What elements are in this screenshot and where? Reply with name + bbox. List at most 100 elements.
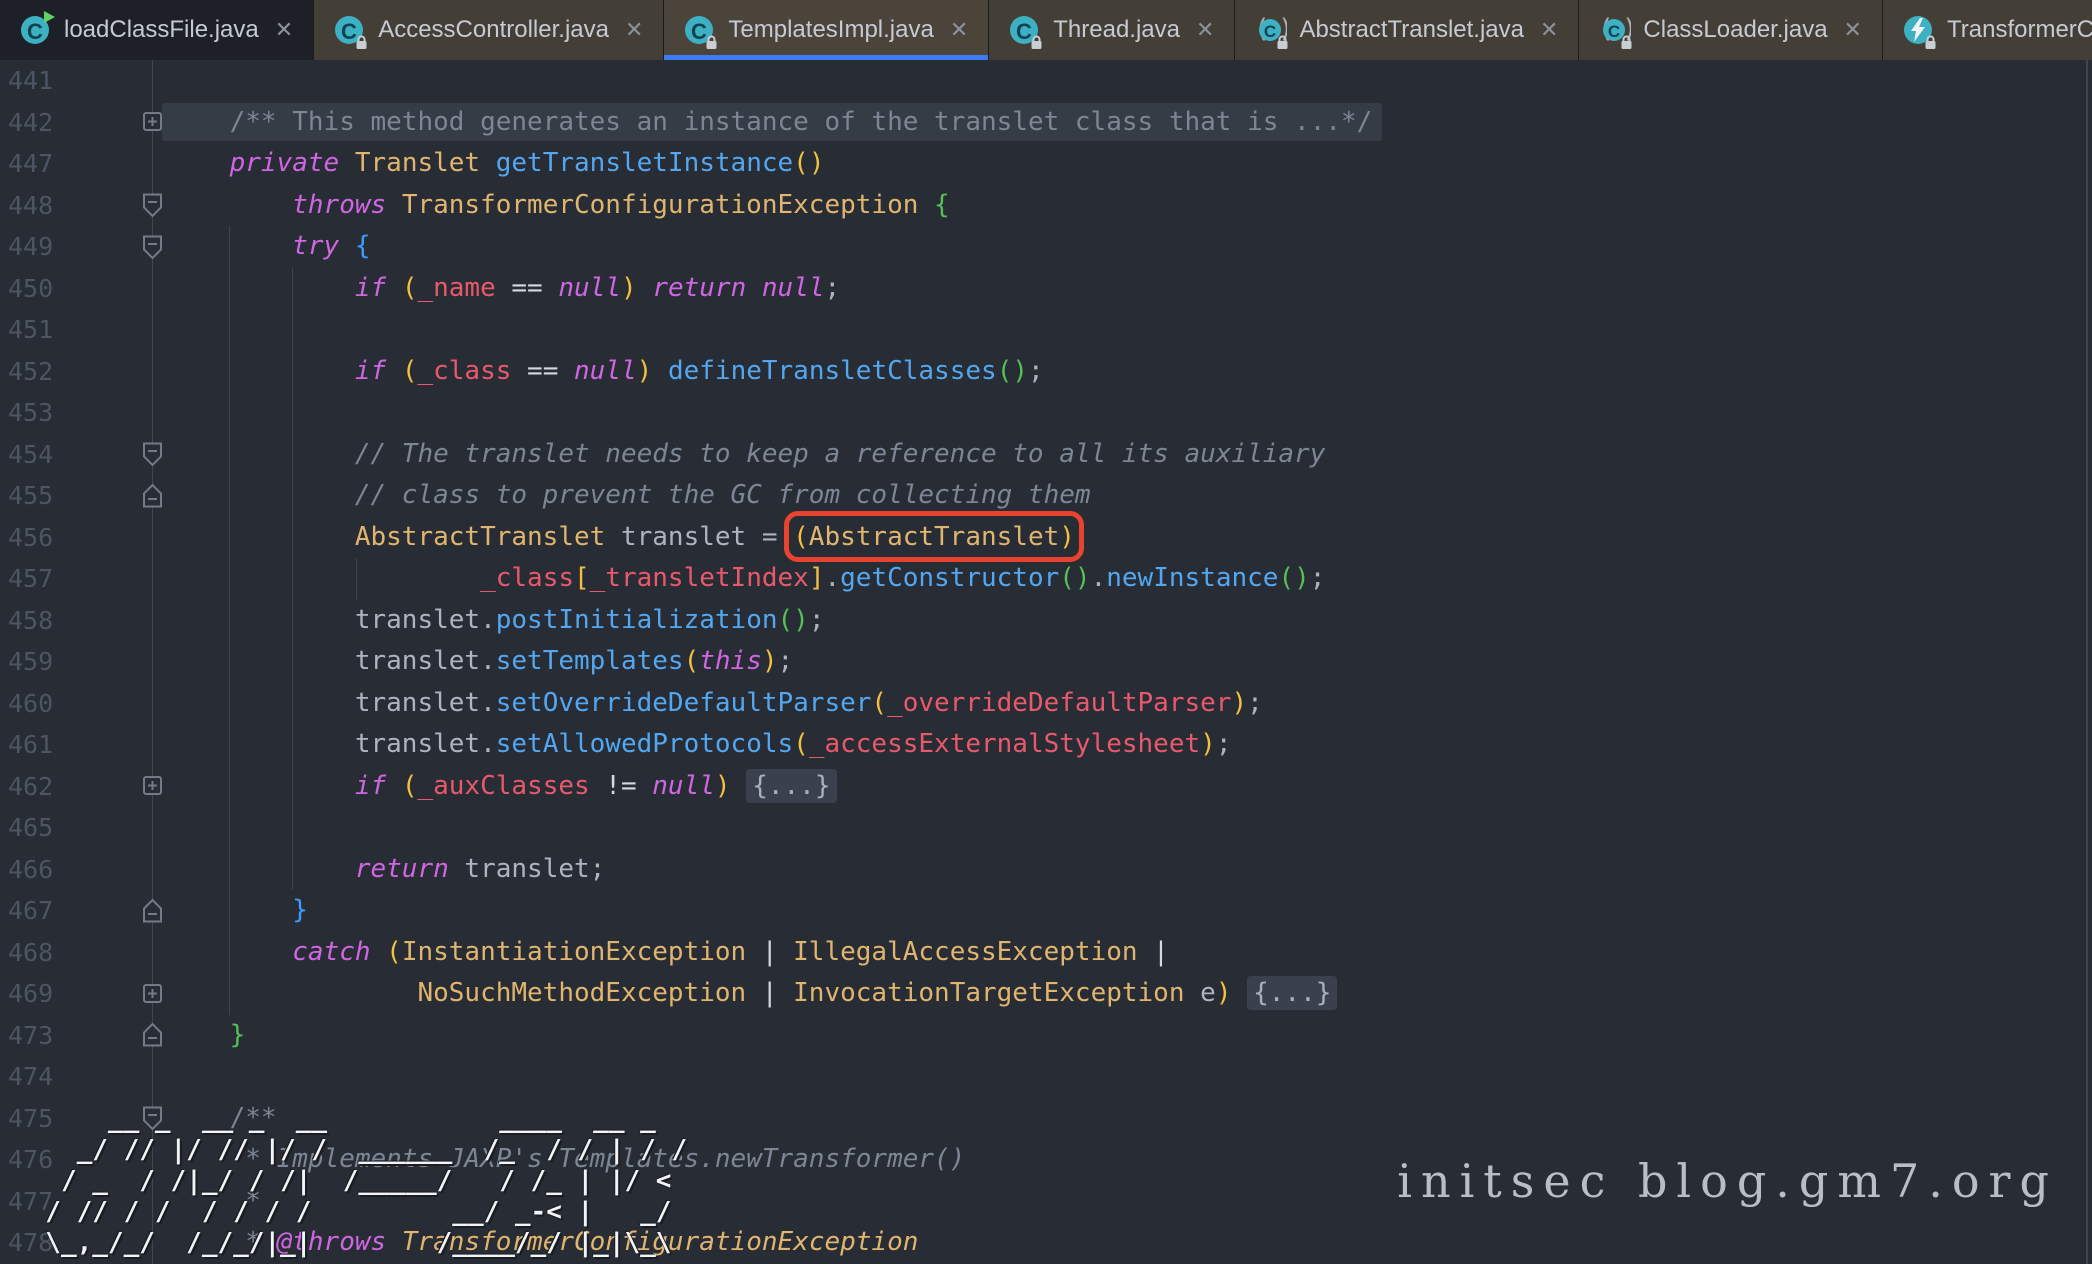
line-number: 462 [0,772,58,801]
code-line[interactable]: try { [167,226,2092,268]
fold-start-icon[interactable] [142,234,163,259]
fold-start-icon[interactable] [142,442,163,467]
editor-row: 459 translet.setTemplates(this); [0,641,2092,683]
site-watermark: initsec blog.gm7.org [1397,1154,2058,1208]
gutter [58,475,167,517]
line-number: 456 [0,523,58,552]
exception-lock-icon [1901,13,1935,47]
tab-close-icon[interactable]: ✕ [1194,17,1216,43]
tab-accesscontroller-java[interactable]: C AccessController.java ✕ [314,0,664,60]
folded-region-highlight[interactable]: /** This method generates an instance of… [162,103,1382,141]
code-line[interactable]: private Translet getTransletInstance() [167,143,2092,185]
gutter [58,309,167,351]
code-line[interactable]: translet.postInitialization(); [167,600,2092,642]
editor-row: 462 if (_auxClasses != null) {...} [0,766,2092,808]
gutter [58,143,167,185]
class-lock-icon: C [332,13,366,47]
tab-transformerconfigurationexcept[interactable]: TransformerConfigurationExcept [1883,0,2092,60]
fold-expand-icon[interactable] [142,774,163,799]
line-number: 459 [0,647,58,676]
fold-start-icon[interactable] [142,193,163,218]
code-line[interactable]: if (_auxClasses != null) {...} [167,766,2092,808]
gutter [58,60,167,102]
code-line[interactable]: translet.setOverrideDefaultParser(_overr… [167,683,2092,725]
editor-row: 451 [0,309,2092,351]
line-number: 473 [0,1021,58,1050]
tab-abstracttranslet-java[interactable]: ()CAbstractTranslet.java✕ [1235,0,1579,60]
code-line[interactable]: if (_name == null) return null; [167,268,2092,310]
code-line[interactable]: // class to prevent the GC from collecti… [167,475,2092,517]
folded-code-placeholder: {...} [746,769,836,803]
code-line[interactable]: // The translet needs to keep a referenc… [167,434,2092,476]
editor-row: 456 AbstractTranslet translet = (Abstrac… [0,517,2092,559]
code-line[interactable]: return translet; [167,849,2092,891]
code-line[interactable]: } [167,1015,2092,1057]
highlight-box: (AbstractTranslet) [793,517,1075,559]
editor-row: 450 if (_name == null) return null; [0,268,2092,310]
lock-icon [1275,35,1290,50]
tab-thread-java[interactable]: CThread.java✕ [989,0,1235,60]
tab-close-icon[interactable]: ✕ [623,17,645,43]
abstract-class-lock-icon: ()C [1597,13,1631,47]
gutter [58,558,167,600]
code-line[interactable]: translet.setTemplates(this); [167,641,2092,683]
lock-icon [704,35,719,50]
editor-row: 442 /** This method generates an instanc… [0,102,2092,144]
editor-row: 452 if (_class == null) defineTransletCl… [0,351,2092,393]
editor-row: 458 translet.postInitialization(); [0,600,2092,642]
line-number: 442 [0,108,58,137]
gutter [58,641,167,683]
tab-close-icon[interactable]: ✕ [273,17,295,43]
code-line[interactable]: NoSuchMethodException | InvocationTarget… [167,973,2092,1015]
editor-row: 455 // class to prevent the GC from coll… [0,475,2092,517]
code-line[interactable]: if (_class == null) defineTransletClasse… [167,351,2092,393]
code-line[interactable]: throws TransformerConfigurationException… [167,185,2092,227]
scrollbar[interactable] [2086,60,2088,1264]
tab-label: loadClassFile.java [64,16,259,44]
line-number: 465 [0,813,58,842]
gutter [58,890,167,932]
class-lock-icon: C [1007,13,1041,47]
tab-close-icon[interactable]: ✕ [1538,17,1560,43]
editor-row: 466 return translet; [0,849,2092,891]
tab-loadclassfile-java[interactable]: CloadClassFile.java ✕ [0,0,314,60]
line-number: 460 [0,689,58,718]
editor-row: 448 throws TransformerConfigurationExcep… [0,185,2092,227]
code-line[interactable]: catch (InstantiationException | IllegalA… [167,932,2092,974]
gutter [58,683,167,725]
line-number: 450 [0,274,58,303]
fold-end-icon[interactable] [142,1023,163,1048]
folded-code-placeholder: {...} [1247,976,1337,1010]
line-number: 458 [0,606,58,635]
tab-label: AccessController.java [378,16,609,44]
fold-expand-icon[interactable] [142,981,163,1006]
editor-row: 447 private Translet getTransletInstance… [0,143,2092,185]
line-number: 449 [0,232,58,261]
code-line[interactable]: } [167,890,2092,932]
tab-label: ClassLoader.java [1643,16,1827,44]
fold-expand-icon[interactable] [142,110,163,135]
lock-icon [1029,35,1044,50]
fold-end-icon[interactable] [142,898,163,923]
editor-row: 453 [0,392,2092,434]
code-line[interactable]: translet.setAllowedProtocols(_accessExte… [167,724,2092,766]
code-area: 441442 /** This method generates an inst… [0,60,2092,1264]
editor-row: 460 translet.setOverrideDefaultParser(_o… [0,683,2092,725]
line-number: 468 [0,938,58,967]
tab-label: AbstractTranslet.java [1299,16,1524,44]
run-arrow-icon [42,10,56,24]
editor-row: 454 // The translet needs to keep a refe… [0,434,2092,476]
code-line[interactable]: _class[_transletIndex].getConstructor().… [167,558,2092,600]
code-line[interactable]: AbstractTranslet translet = (AbstractTra… [167,517,2092,559]
editor-pane[interactable]: 441442 /** This method generates an inst… [0,60,2092,1264]
tab-templatesimpl-java[interactable]: CTemplatesImpl.java✕ [664,0,989,60]
gutter [58,392,167,434]
tab-close-icon[interactable]: ✕ [1842,17,1864,43]
tab-classloader-java[interactable]: ()C ClassLoader.java ✕ [1579,0,1883,60]
code-line[interactable]: /** This method generates an instance of… [167,102,2092,144]
fold-end-icon[interactable] [142,483,163,508]
svg-text:C: C [27,19,43,44]
tab-close-icon[interactable]: ✕ [948,17,970,43]
line-number: 452 [0,357,58,386]
gutter [58,185,167,227]
